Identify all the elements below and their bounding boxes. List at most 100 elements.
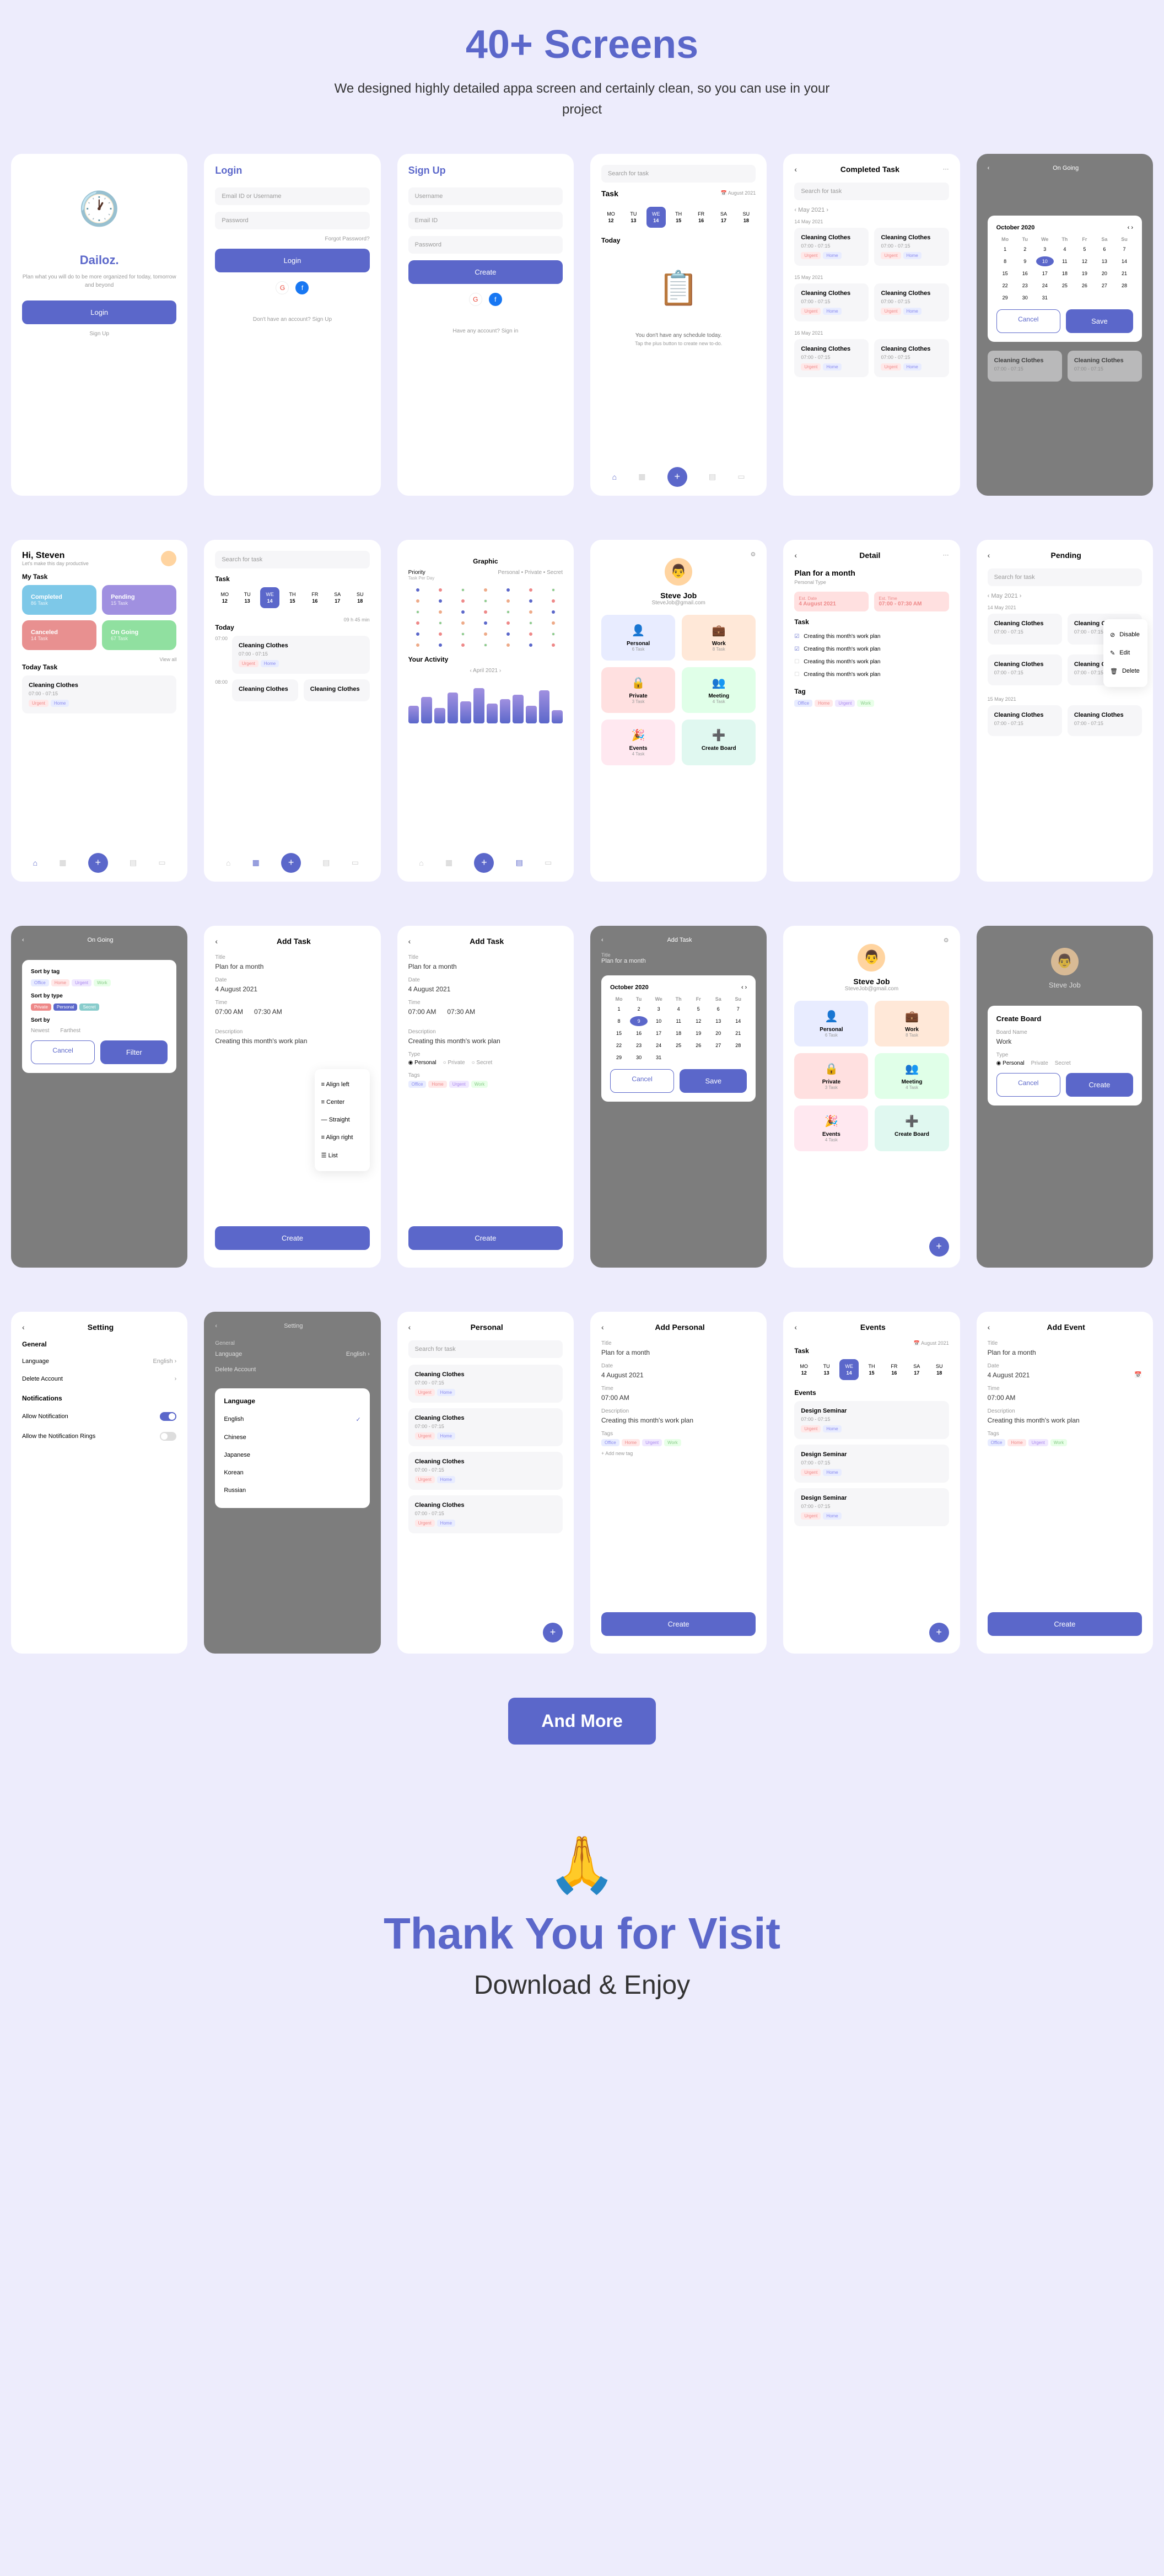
category-card[interactable]: ➕Create Board <box>875 1105 949 1151</box>
addtag-link[interactable]: + Add new tag <box>601 1451 756 1456</box>
menu-icon[interactable]: ⋯ <box>943 165 949 173</box>
day-item[interactable]: TH15 <box>862 1359 881 1380</box>
lang-option[interactable]: Japanese <box>224 1446 360 1464</box>
search-input[interactable]: Search for task <box>794 183 949 200</box>
delete-action[interactable]: 🗑 Delete <box>1110 662 1141 680</box>
and-more-button[interactable]: And More <box>508 1698 656 1745</box>
cancel-button[interactable]: Cancel <box>996 1073 1060 1097</box>
nav-doc-icon[interactable]: ▦ <box>59 858 66 867</box>
day-item[interactable]: SU18 <box>736 207 756 228</box>
nav-folder-icon[interactable]: ▭ <box>158 858 165 867</box>
day-item[interactable]: MO12 <box>215 587 234 608</box>
day-item[interactable]: MO12 <box>601 207 621 228</box>
category-card[interactable]: 👤Personal6 Task <box>601 615 675 661</box>
language-row[interactable]: LanguageEnglish › <box>22 1353 176 1370</box>
category-card[interactable]: 🎉Events4 Task <box>794 1105 868 1151</box>
event-card[interactable]: Design Seminar07:00 - 07:15UrgentHome <box>794 1488 949 1526</box>
day-item[interactable]: SA17 <box>328 587 347 608</box>
task-card[interactable]: Cleaning Clothes07:00 - 07:15UrgentHome <box>794 339 869 377</box>
todo-item[interactable]: ☐Creating this month's work plan <box>794 656 949 668</box>
stat-card[interactable]: Canceled14 Task <box>22 620 96 650</box>
nav-folder-icon[interactable]: ▭ <box>737 472 745 481</box>
create-button[interactable]: Create <box>215 1226 369 1250</box>
task-card[interactable]: Cleaning Clothes <box>232 679 298 701</box>
signin-prompt[interactable]: Have any account? Sign in <box>408 328 563 334</box>
create-button[interactable]: Create <box>1066 1073 1133 1097</box>
viewall-link[interactable]: View all <box>159 657 176 675</box>
save-button[interactable]: Save <box>680 1069 747 1093</box>
save-button[interactable]: Save <box>1066 309 1133 333</box>
search-input[interactable]: Search for task <box>408 1340 563 1358</box>
todo-item[interactable]: ☐Creating this month's work plan <box>794 668 949 681</box>
cancel-button[interactable]: Cancel <box>610 1069 674 1093</box>
category-card[interactable]: 💼Work8 Task <box>682 615 756 661</box>
event-card[interactable]: Design Seminar07:00 - 07:15UrgentHome <box>794 1445 949 1483</box>
signup-prompt[interactable]: Don't have an account? Sign Up <box>215 316 369 323</box>
google-icon[interactable]: G <box>276 281 289 294</box>
avatar[interactable]: 👨 <box>665 558 692 586</box>
allow-toggle[interactable] <box>160 1412 176 1421</box>
category-card[interactable]: 🔒Private3 Task <box>794 1053 868 1099</box>
settings-icon[interactable]: ⚙ <box>601 551 756 558</box>
login-button[interactable]: Login <box>22 300 176 324</box>
stat-card[interactable]: Pending15 Task <box>102 585 176 615</box>
filter-button[interactable]: Filter <box>100 1040 168 1064</box>
search-input[interactable]: Search for task <box>988 568 1142 586</box>
login-submit[interactable]: Login <box>215 249 369 272</box>
disable-action[interactable]: ⊘ Disable <box>1110 626 1141 644</box>
event-card[interactable]: Design Seminar07:00 - 07:15UrgentHome <box>794 1401 949 1439</box>
month-selector[interactable]: ‹ May 2021 › <box>794 207 949 213</box>
day-item[interactable]: TU13 <box>624 207 643 228</box>
day-item[interactable]: TH15 <box>669 207 688 228</box>
create-button[interactable]: Create <box>601 1612 756 1636</box>
lang-option[interactable]: Chinese <box>224 1429 360 1446</box>
lang-option[interactable]: Russian <box>224 1482 360 1499</box>
day-item[interactable]: FR16 <box>885 1359 904 1380</box>
edit-action[interactable]: ✎ Edit <box>1110 644 1141 662</box>
day-item[interactable]: WE14 <box>260 587 279 608</box>
settings-icon[interactable]: ⚙ <box>794 937 949 944</box>
avatar[interactable] <box>161 551 176 566</box>
add-button[interactable]: + <box>474 853 494 873</box>
add-button[interactable]: + <box>281 853 301 873</box>
email-input[interactable]: Email ID or Username <box>215 187 369 205</box>
calendar-icon[interactable]: 📅 <box>1134 1371 1142 1386</box>
task-card[interactable]: Cleaning Clothes07:00 - 07:15UrgentHome <box>408 1365 563 1403</box>
nav-chart-icon[interactable]: ▤ <box>709 472 716 481</box>
task-card[interactable]: Cleaning Clothes 07:00 - 07:15 UrgentHom… <box>22 675 176 713</box>
facebook-icon[interactable]: f <box>489 293 502 306</box>
task-card[interactable]: Cleaning Clothes07:00 - 07:15UrgentHome <box>408 1452 563 1490</box>
month-nav[interactable]: ‹ May 2021 › <box>988 593 1142 599</box>
avatar[interactable]: 👨 <box>858 944 885 972</box>
task-card[interactable]: Cleaning Clothes07:00 - 07:15UrgentHome <box>794 283 869 321</box>
day-item[interactable]: SA17 <box>907 1359 926 1380</box>
todo-item[interactable]: ☑Creating this month's work plan <box>794 643 949 656</box>
facebook-icon[interactable]: f <box>295 281 309 294</box>
username-input[interactable]: Username <box>408 187 563 205</box>
todo-item[interactable]: ☑Creating this month's work plan <box>794 630 949 643</box>
nav-home-icon[interactable]: ⌂ <box>612 473 617 481</box>
category-card[interactable]: 👥Meeting4 Task <box>875 1053 949 1099</box>
task-card[interactable]: Cleaning Clothes07:00 - 07:15UrgentHome <box>874 339 949 377</box>
day-item[interactable]: WE14 <box>646 207 666 228</box>
day-item[interactable]: SA17 <box>714 207 734 228</box>
day-item[interactable]: SU18 <box>351 587 370 608</box>
task-card[interactable]: Cleaning Clothes07:00 - 07:15UrgentHome <box>794 228 869 266</box>
password-input[interactable]: Password <box>408 236 563 254</box>
add-button[interactable]: + <box>543 1623 563 1643</box>
day-item[interactable]: WE14 <box>839 1359 859 1380</box>
stat-card[interactable]: On Going67 Task <box>102 620 176 650</box>
nav-doc-icon[interactable]: ▦ <box>638 472 645 481</box>
back-icon[interactable]: ‹ <box>794 551 797 560</box>
task-card[interactable]: Cleaning Clothes07:00 - 07:15UrgentHome <box>874 283 949 321</box>
google-icon[interactable]: G <box>469 293 482 306</box>
task-card[interactable]: Cleaning Clothes07:00 - 07:15UrgentHome <box>408 1408 563 1446</box>
create-button[interactable]: Create <box>408 1226 563 1250</box>
task-card[interactable]: Cleaning Clothes07:00 - 07:15UrgentHome <box>408 1495 563 1533</box>
task-card[interactable]: Cleaning Clothes07:00 - 07:15UrgentHome <box>874 228 949 266</box>
menu-icon[interactable]: ⋯ <box>943 551 949 559</box>
search-input[interactable]: Search for task <box>215 551 369 568</box>
back-icon[interactable]: ‹ <box>988 551 990 560</box>
task-card[interactable]: Cleaning Clothes07:00 - 07:15 <box>1068 351 1142 382</box>
category-card[interactable]: 💼Work8 Task <box>875 1001 949 1046</box>
